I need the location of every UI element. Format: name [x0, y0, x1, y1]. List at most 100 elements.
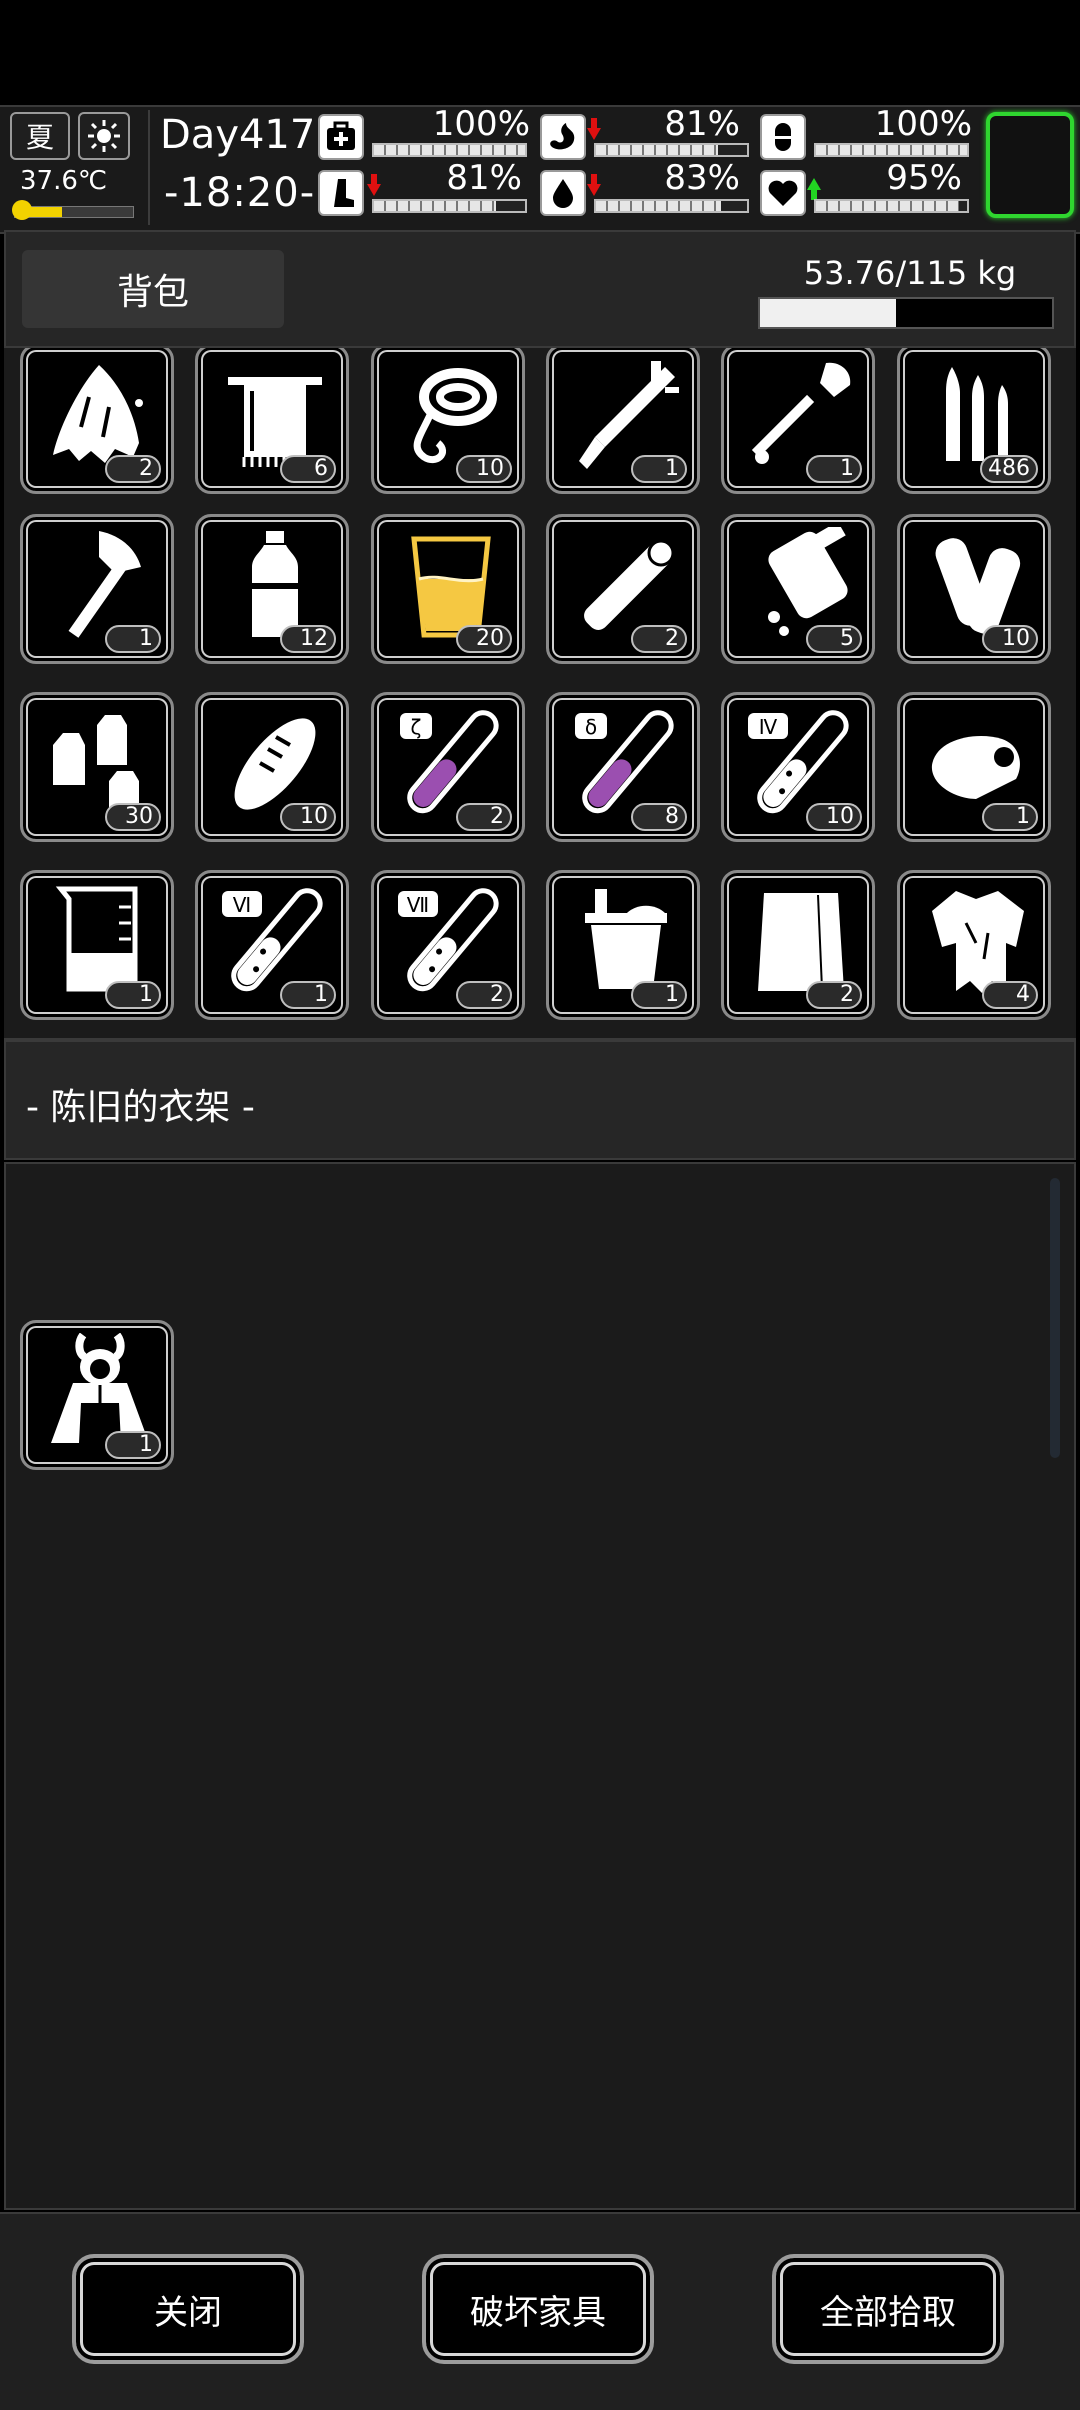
- container-title-bar: - 陈旧的衣架 -: [4, 1040, 1076, 1160]
- sleep-bar: [814, 143, 969, 157]
- tube-label: ζ: [411, 715, 422, 739]
- inventory-slot[interactable]: 10: [371, 348, 525, 494]
- inventory-slot[interactable]: 1: [897, 692, 1051, 842]
- inventory-slot[interactable]: 1: [546, 870, 700, 1020]
- temperature: 37.6℃: [20, 166, 108, 196]
- item-count: 1: [631, 981, 687, 1009]
- capsule-icon: [760, 114, 806, 160]
- item-count: 10: [982, 625, 1038, 653]
- destroy-furniture-button[interactable]: 破坏家具: [422, 2254, 654, 2364]
- inventory-slot[interactable]: 2: [721, 870, 875, 1020]
- item-count: 486: [980, 455, 1038, 483]
- hunger-bar: [594, 143, 749, 157]
- stamina-value: 81%: [446, 158, 522, 198]
- inventory-slot[interactable]: 2: [546, 514, 700, 664]
- item-count: 1: [806, 455, 862, 483]
- temperature-bar: [14, 206, 134, 218]
- inventory-slot[interactable]: δ 8: [546, 692, 700, 842]
- inventory-slot[interactable]: 5: [721, 514, 875, 664]
- first-aid-icon: [318, 114, 364, 160]
- item-count: 20: [456, 625, 512, 653]
- stomach-icon: [540, 114, 586, 160]
- inventory-grid[interactable]: 2 6 10 1 1 486 1 12 20 2 5 10 30 10 ζ 2 …: [4, 348, 1076, 1040]
- weight-bar: [758, 297, 1054, 329]
- inventory-slot[interactable]: 10: [195, 692, 349, 842]
- container-item-area[interactable]: 1: [4, 1162, 1076, 2210]
- stamina-down-arrow: [367, 174, 381, 196]
- item-count: 6: [280, 455, 336, 483]
- item-count: 10: [280, 803, 336, 831]
- item-count: 8: [631, 803, 687, 831]
- mood-up-arrow: [807, 178, 821, 200]
- tube-label: Ⅵ: [233, 893, 251, 917]
- item-count: 2: [456, 803, 512, 831]
- thirst-value: 83%: [664, 158, 740, 198]
- thirst-bar: [594, 199, 749, 213]
- inventory-slot[interactable]: ζ 2: [371, 692, 525, 842]
- take-all-label: 全部拾取: [820, 2292, 956, 2333]
- item-count: 4: [982, 981, 1038, 1009]
- inventory-slot[interactable]: 1: [20, 514, 174, 664]
- container-scrollbar[interactable]: [1050, 1178, 1060, 1458]
- item-count: 10: [806, 803, 862, 831]
- inventory-slot[interactable]: 6: [195, 348, 349, 494]
- inventory-slot[interactable]: Ⅶ 2: [371, 870, 525, 1020]
- tab-backpack-label: 背包: [116, 272, 189, 313]
- mood-bar: [814, 199, 969, 213]
- tube-label: δ: [585, 715, 597, 739]
- inventory-slot[interactable]: 486: [897, 348, 1051, 494]
- inventory-slot[interactable]: Ⅵ 1: [195, 870, 349, 1020]
- inventory-slot[interactable]: 12: [195, 514, 349, 664]
- weight-text: 53.76/115 kg: [803, 254, 1017, 292]
- close-button[interactable]: 关闭: [72, 2254, 304, 2364]
- item-count: 1: [105, 625, 161, 653]
- item-count: 2: [456, 981, 512, 1009]
- clock: -18:20-: [164, 170, 316, 216]
- inventory-slot[interactable]: 30: [20, 692, 174, 842]
- stamina-bar: [372, 199, 527, 213]
- inventory-slot[interactable]: 1: [546, 348, 700, 494]
- health-bar: [372, 143, 527, 157]
- item-count: 1: [105, 1431, 161, 1459]
- inventory-slot[interactable]: 1: [721, 348, 875, 494]
- temperature-indicator: [12, 200, 32, 220]
- tube-label: Ⅶ: [407, 893, 429, 917]
- day-counter: Day417: [160, 112, 316, 158]
- leg-icon: [318, 170, 364, 216]
- water-drop-icon: [540, 170, 586, 216]
- mood-value: 95%: [886, 158, 962, 198]
- destroy-furniture-label: 破坏家具: [470, 2292, 606, 2333]
- sleep-value: 100%: [874, 104, 972, 144]
- item-count: 2: [631, 625, 687, 653]
- item-count: 2: [806, 981, 862, 1009]
- container-slot[interactable]: 1: [20, 1320, 174, 1470]
- container-title: - 陈旧的衣架 -: [26, 1087, 255, 1128]
- item-count: 1: [280, 981, 336, 1009]
- equipment-slot[interactable]: [986, 112, 1074, 218]
- item-count: 12: [280, 625, 336, 653]
- take-all-button[interactable]: 全部拾取: [772, 2254, 1004, 2364]
- thirst-down-arrow: [587, 174, 601, 196]
- inventory-slot[interactable]: 4: [897, 870, 1051, 1020]
- item-count: 30: [105, 803, 161, 831]
- item-count: 1: [105, 981, 161, 1009]
- item-count: 1: [982, 803, 1038, 831]
- health-value: 100%: [432, 104, 530, 144]
- close-button-label: 关闭: [154, 2292, 222, 2333]
- season-label: 夏: [25, 121, 54, 154]
- inventory-slot[interactable]: 10: [897, 514, 1051, 664]
- inventory-slot[interactable]: 1: [20, 870, 174, 1020]
- item-count: 10: [456, 455, 512, 483]
- sun-icon: [78, 112, 130, 160]
- inventory-slot[interactable]: 20: [371, 514, 525, 664]
- item-count: 5: [806, 625, 862, 653]
- heart-icon: [760, 170, 806, 216]
- tab-backpack[interactable]: 背包: [22, 250, 284, 328]
- inventory-slot[interactable]: 2: [20, 348, 174, 494]
- inventory-slot[interactable]: Ⅳ 10: [721, 692, 875, 842]
- item-count: 2: [105, 455, 161, 483]
- tube-label: Ⅳ: [759, 715, 778, 739]
- item-count: 1: [631, 455, 687, 483]
- hunger-down-arrow: [587, 118, 601, 140]
- season-icon: 夏: [10, 112, 70, 160]
